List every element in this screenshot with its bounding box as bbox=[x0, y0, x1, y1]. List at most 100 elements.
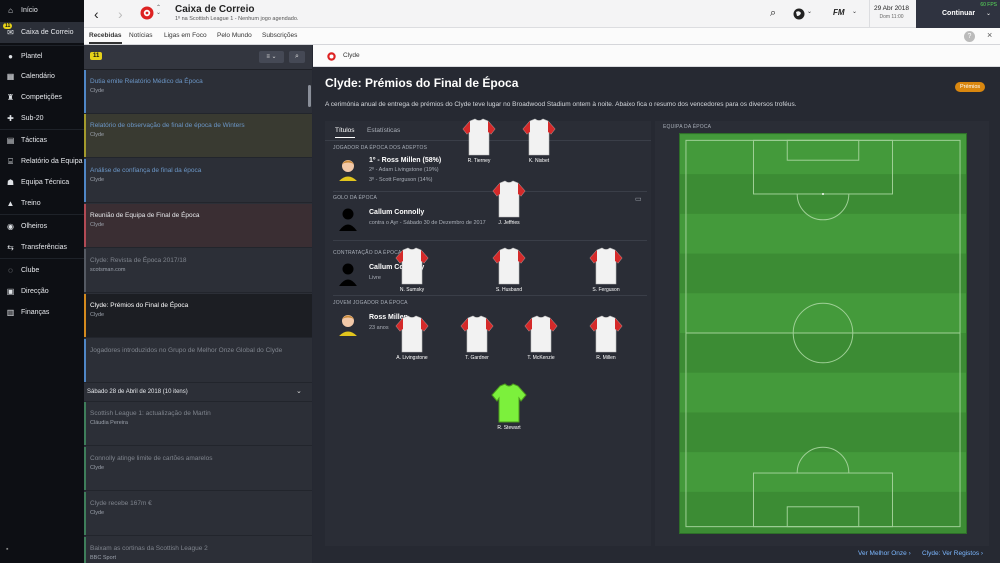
player-avatar bbox=[337, 310, 359, 336]
list-item[interactable]: Scottish League 1: actualização de Marti… bbox=[84, 402, 312, 446]
inbox-count-badge: 11 bbox=[3, 23, 13, 29]
sidebar-item-transfers[interactable]: ⇆ Transferências bbox=[0, 237, 84, 258]
sidebar-item-staff[interactable]: ☗ Equipa Técnica bbox=[0, 172, 84, 193]
back-arrow-icon[interactable]: ‹ bbox=[94, 6, 99, 22]
list-item[interactable]: Relatório de observação de final de époc… bbox=[84, 114, 312, 158]
list-search-icon[interactable]: ⌕ bbox=[289, 51, 305, 63]
pitch-player[interactable]: A. Livingstone bbox=[377, 315, 447, 361]
tab-world[interactable]: Pelo Mundo bbox=[217, 32, 252, 39]
video-icon[interactable]: ▭ bbox=[635, 195, 642, 203]
tab-statistics[interactable]: Estatísticas bbox=[367, 127, 400, 134]
transfers-icon: ⇆ bbox=[7, 243, 14, 252]
list-item[interactable]: Connolly atinge limite de cartões amarel… bbox=[84, 447, 312, 491]
list-item[interactable]: Clyde: Prémios do Final de Época Clyde bbox=[84, 294, 312, 338]
sidebar-item-label: Competições bbox=[21, 94, 62, 101]
category-color-bar bbox=[84, 492, 86, 535]
player-avatar bbox=[337, 155, 359, 181]
sidebar: ⌂ Início ✉ 11 Caixa de Correio ● Plantel ▦ Ca… bbox=[0, 0, 84, 563]
sidebar-item-squad[interactable]: ● Plantel bbox=[0, 46, 84, 67]
club-switch-chevrons-icon[interactable]: ⌃ ⌄ bbox=[156, 5, 161, 16]
pitch-player[interactable]: N. Sumsky bbox=[377, 247, 447, 293]
continue-button[interactable]: 60 FPS Continuar ⌄ bbox=[916, 0, 1000, 28]
player-name: R. Stewart bbox=[497, 425, 521, 431]
category-color-bar bbox=[84, 402, 86, 445]
list-item-sender: Clyde bbox=[90, 312, 105, 318]
sidebar-item-calendar[interactable]: ▦ Calendário bbox=[0, 66, 84, 87]
detail-club-name[interactable]: Clyde bbox=[343, 52, 360, 59]
continue-label: Continuar bbox=[942, 10, 976, 17]
fm-menu-logo[interactable]: FM bbox=[833, 8, 845, 17]
pitch-player[interactable]: T. Gardner bbox=[442, 315, 512, 361]
search-icon[interactable]: ⌕ bbox=[770, 7, 776, 20]
sidebar-item-scouting[interactable]: ◉ Olheiros bbox=[0, 216, 84, 237]
list-item-title: Relatório de observação de final de époc… bbox=[90, 122, 245, 129]
list-item[interactable]: Baixam as cortinas da Scottish League 2 … bbox=[84, 537, 312, 563]
globe-icon[interactable] bbox=[793, 8, 805, 20]
award-winner: Callum Connolly bbox=[369, 209, 425, 216]
sidebar-item-club[interactable]: ◌ Clube bbox=[0, 260, 84, 281]
club-crest-icon[interactable] bbox=[140, 6, 154, 20]
tab-received[interactable]: Recebidas bbox=[89, 32, 122, 44]
view-best-eleven-link[interactable]: Ver Melhor Onze › bbox=[858, 550, 911, 557]
club-crest-icon bbox=[327, 52, 336, 61]
list-item[interactable]: Reunião de Equipa de Final de Época Clyd… bbox=[84, 204, 312, 248]
pitch-player[interactable]: J. Jeffries bbox=[474, 180, 544, 226]
sidebar-item-tactics[interactable]: ▤ Tácticas bbox=[0, 130, 84, 151]
list-item[interactable]: Dutia emite Relatório Médico da Época Cl… bbox=[84, 70, 312, 114]
sidebar-item-team-report[interactable]: ⌸ Relatório da Equipa bbox=[0, 151, 84, 172]
board-icon: ▣ bbox=[6, 287, 15, 296]
fm-menu-chevron-icon[interactable]: ⌄ bbox=[852, 8, 857, 15]
pitch-player[interactable]: S. Husband bbox=[474, 247, 544, 293]
divider bbox=[333, 295, 647, 296]
sidebar-item-label: Olheiros bbox=[21, 223, 48, 230]
list-item-sender: Clyde bbox=[90, 132, 105, 138]
sidebar-item-finances[interactable]: ▥ Finanças bbox=[0, 302, 84, 323]
help-icon[interactable]: ? bbox=[964, 31, 975, 42]
sidebar-item-label: Finanças bbox=[21, 309, 50, 316]
pitch-player[interactable]: K. Nisbet bbox=[504, 118, 574, 164]
sidebar-item-label: Tácticas bbox=[21, 137, 48, 144]
detail-subheader: Clyde bbox=[313, 45, 1000, 67]
view-club-records-link[interactable]: Clyde: Ver Registos › bbox=[922, 550, 983, 557]
list-item[interactable]: Clyde recebe 167m € Clyde bbox=[84, 492, 312, 536]
training-icon: ▲ bbox=[6, 199, 15, 208]
pitch-player[interactable]: T. McKenzie bbox=[506, 315, 576, 361]
tab-leagues[interactable]: Ligas em Foco bbox=[164, 32, 207, 39]
game-date: 29 Abr 2018 bbox=[873, 5, 910, 12]
list-view-options-button[interactable]: ≡ ⌄ bbox=[259, 51, 284, 63]
sidebar-item-training[interactable]: ▲ Treino bbox=[0, 193, 84, 214]
tab-titles[interactable]: Títulos bbox=[335, 127, 355, 138]
category-color-bar bbox=[84, 159, 86, 202]
sidebar-divider bbox=[0, 214, 84, 215]
sidebar-item-home[interactable]: ⌂ Início bbox=[0, 0, 84, 21]
sidebar-item-u20[interactable]: ✚ Sub-20 bbox=[0, 108, 84, 129]
category-color-bar bbox=[84, 70, 86, 113]
inbox-tabs: Recebidas Notícias Ligas em Foco Pelo Mu… bbox=[84, 28, 1000, 45]
player-name: S. Husband bbox=[495, 287, 523, 293]
tab-subscriptions[interactable]: Subscrições bbox=[262, 32, 297, 39]
pitch-player[interactable]: R. Stewart bbox=[474, 383, 544, 431]
sidebar-item-label: Início bbox=[21, 7, 38, 14]
pitch-player[interactable]: S. Ferguson bbox=[571, 247, 641, 293]
pitch-player[interactable]: R. Millen bbox=[571, 315, 641, 361]
list-item[interactable]: Análise de confiança de final da época C… bbox=[84, 159, 312, 203]
player-shirt-icon bbox=[474, 247, 544, 285]
forward-arrow-icon[interactable]: › bbox=[118, 6, 123, 22]
close-icon[interactable]: × bbox=[987, 30, 992, 40]
player-name: A. Livingstone bbox=[396, 355, 428, 361]
page-subtitle: 1º na Scottish League 1 - Nenhum jogo ag… bbox=[175, 16, 299, 22]
scouting-icon: ◉ bbox=[7, 222, 14, 231]
tab-news[interactable]: Notícias bbox=[129, 32, 152, 39]
sidebar-item-label: Plantel bbox=[21, 53, 43, 60]
list-item[interactable]: Jogadores introduzidos no Grupo de Melho… bbox=[84, 339, 312, 383]
expand-sidebar-icon[interactable]: ▪ bbox=[6, 546, 8, 553]
sidebar-item-inbox[interactable]: ✉ 11 Caixa de Correio bbox=[0, 22, 84, 43]
player-shirt-icon bbox=[571, 247, 641, 285]
sidebar-item-competitions[interactable]: ♜ Competições bbox=[0, 87, 84, 108]
sidebar-item-board[interactable]: ▣ Direcção bbox=[0, 281, 84, 302]
list-item[interactable]: Clyde: Revista de Época 2017/18 scotsman… bbox=[84, 249, 312, 293]
globe-dropdown-chevron-icon[interactable]: ⌄ bbox=[807, 8, 812, 15]
list-scrollbar[interactable] bbox=[308, 85, 311, 107]
list-item-title: Clyde: Revista de Época 2017/18 bbox=[90, 257, 187, 264]
day-group-header[interactable]: Sábado 28 de Abril de 2018 (10 itens) ⌄ bbox=[84, 384, 312, 402]
